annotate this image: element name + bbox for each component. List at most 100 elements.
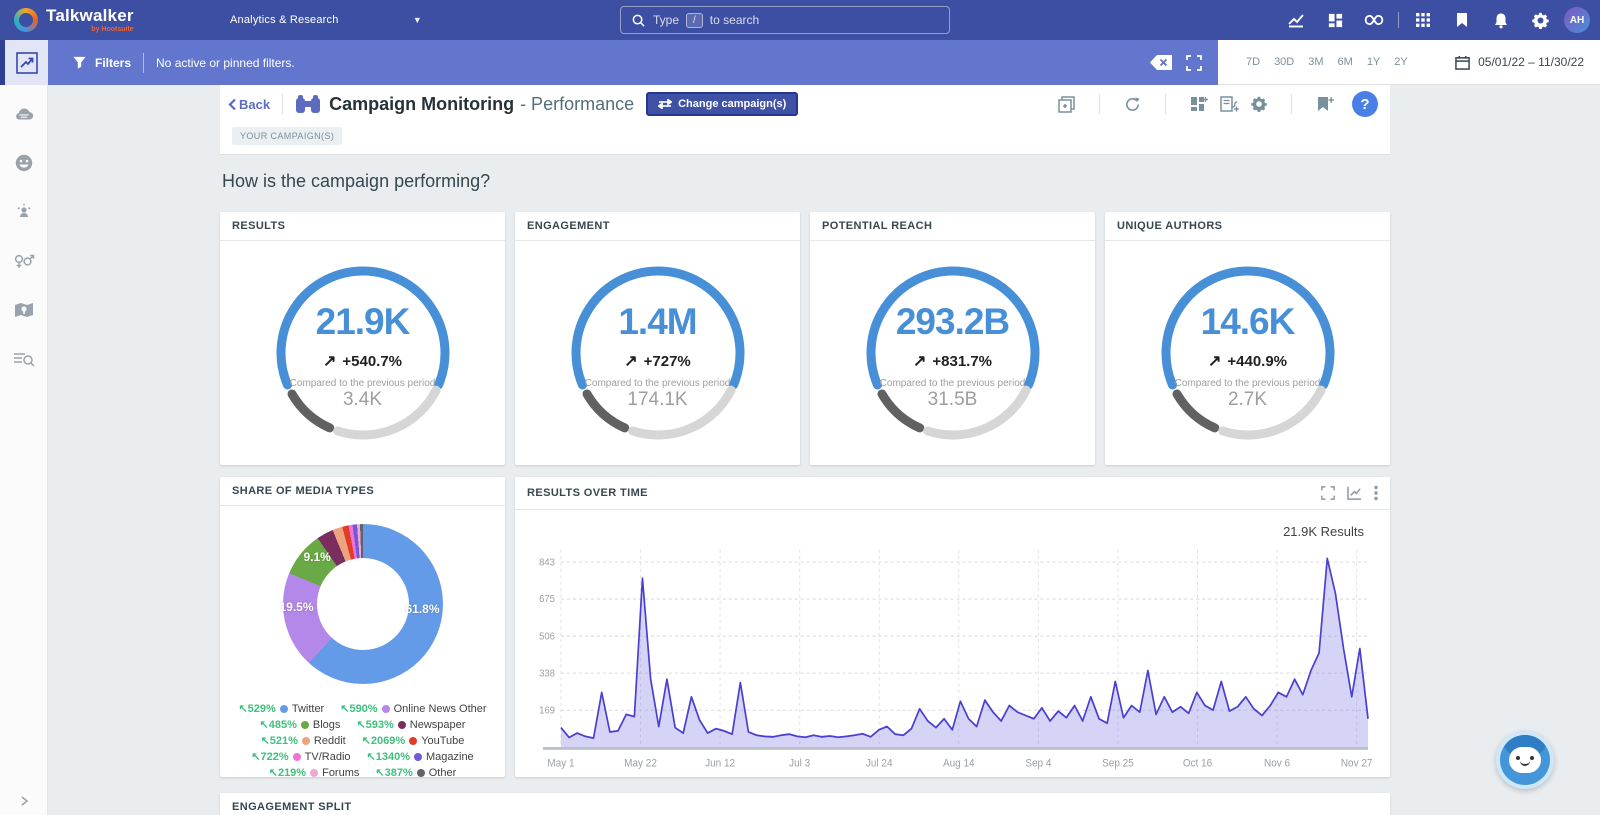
slash-key-chip: / bbox=[686, 13, 703, 28]
search-icon bbox=[631, 13, 646, 28]
chevron-down-icon: ▼ bbox=[413, 15, 430, 25]
kpi-compare-label: Compared to the previous period bbox=[585, 378, 731, 389]
talkwalker-logo-icon bbox=[14, 8, 38, 32]
kpi-card-potential-reach: POTENTIAL REACH 293.2B ↗+831.7% Compared… bbox=[810, 212, 1095, 465]
svg-text:Oct 16: Oct 16 bbox=[1183, 758, 1213, 769]
legend-item[interactable]: ↖387%Other bbox=[375, 766, 456, 779]
legend-trend-arrow: ↖1340% bbox=[367, 750, 410, 763]
preset-6m[interactable]: 6M bbox=[1338, 56, 1353, 68]
trend-up-arrow-icon: ↗ bbox=[323, 351, 336, 371]
trend-up-arrow-icon: ↗ bbox=[1208, 351, 1221, 371]
brand-name: Talkwalker bbox=[46, 6, 134, 25]
filters-label[interactable]: Filters bbox=[95, 56, 131, 70]
duplicate-icon[interactable] bbox=[1058, 96, 1075, 113]
date-range-picker[interactable]: 05/01/22 – 11/30/22 bbox=[1455, 55, 1600, 70]
kpi-gauge: 293.2B ↗+831.7% Compared to the previous… bbox=[863, 263, 1043, 443]
widget-settings-gear-icon[interactable] bbox=[1251, 96, 1267, 112]
legend-color-dot bbox=[302, 737, 310, 745]
legend-item[interactable]: ↖722%TV/Radio bbox=[251, 750, 350, 763]
legend-item[interactable]: ↖485%Blogs bbox=[260, 718, 341, 731]
legend-item[interactable]: ↖529%Twitter bbox=[238, 702, 324, 715]
svg-text:Jul 24: Jul 24 bbox=[866, 758, 893, 769]
preset-7d[interactable]: 7D bbox=[1246, 56, 1260, 68]
clear-filters-icon[interactable] bbox=[1150, 55, 1172, 70]
swap-arrows-icon bbox=[658, 99, 672, 109]
notifications-bell-icon[interactable] bbox=[1486, 5, 1516, 35]
sidebar-item-demographics[interactable] bbox=[9, 248, 39, 274]
sidebar-expand-chevron[interactable] bbox=[0, 795, 48, 807]
sidebar-item-performance-active[interactable] bbox=[0, 40, 48, 85]
add-widget-icon[interactable] bbox=[1190, 96, 1208, 112]
svg-text:Nov 27: Nov 27 bbox=[1341, 758, 1373, 769]
preset-30d[interactable]: 30D bbox=[1274, 56, 1294, 68]
svg-text:506: 506 bbox=[539, 631, 555, 642]
bookmark-add-icon[interactable] bbox=[1316, 96, 1334, 112]
filter-funnel-icon[interactable] bbox=[72, 55, 87, 70]
legend-item[interactable]: ↖593%Newspaper bbox=[356, 718, 465, 731]
chatbot-button[interactable] bbox=[1496, 731, 1554, 789]
legend-item[interactable]: ↖521%Reddit bbox=[261, 734, 346, 747]
svg-text:Sep 25: Sep 25 bbox=[1102, 758, 1134, 769]
trend-up-arrow-icon: ↗ bbox=[913, 351, 926, 371]
bookmark-icon[interactable] bbox=[1447, 5, 1477, 35]
preset-2y[interactable]: 2Y bbox=[1394, 56, 1407, 68]
workspace-label: Analytics & Research bbox=[230, 14, 339, 26]
user-avatar[interactable]: AH bbox=[1564, 7, 1590, 33]
chart-type-icon[interactable] bbox=[1347, 486, 1362, 500]
kpi-previous-value: 31.5B bbox=[928, 389, 978, 411]
header-divider bbox=[282, 94, 283, 114]
kpi-compare-label: Compared to the previous period bbox=[880, 378, 1026, 389]
dashboards-icon[interactable] bbox=[1320, 5, 1350, 35]
kpi-delta: +540.7% bbox=[342, 353, 402, 370]
your-campaigns-chip[interactable]: YOUR CAMPAIGN(S) bbox=[232, 127, 342, 145]
legend-item[interactable]: ↖2069%YouTube bbox=[362, 734, 465, 747]
preset-3m[interactable]: 3M bbox=[1308, 56, 1323, 68]
legend-label: Blogs bbox=[313, 719, 341, 731]
analytics-trend-icon[interactable] bbox=[1281, 5, 1311, 35]
refresh-icon[interactable] bbox=[1124, 96, 1141, 113]
search-input[interactable]: Type / to search bbox=[620, 6, 950, 34]
preset-1y[interactable]: 1Y bbox=[1367, 56, 1380, 68]
page-title: Campaign Monitoring bbox=[329, 94, 514, 115]
workspace-dropdown[interactable]: Analytics & Research ▼ bbox=[230, 14, 430, 26]
legend-label: Forums bbox=[322, 767, 359, 779]
help-button[interactable]: ? bbox=[1352, 91, 1378, 117]
back-label: Back bbox=[239, 97, 270, 112]
legend-item[interactable]: ↖1340%Magazine bbox=[367, 750, 474, 763]
section-question: How is the campaign performing? bbox=[222, 171, 1390, 192]
expand-widget-icon[interactable] bbox=[1321, 486, 1335, 500]
svg-text:Sep 4: Sep 4 bbox=[1025, 758, 1051, 769]
legend-trend-arrow: ↖387% bbox=[375, 766, 412, 779]
brand-subtitle: by Hootsuite bbox=[46, 26, 134, 33]
sidebar-item-world-map[interactable] bbox=[9, 297, 39, 323]
change-campaign-button[interactable]: Change campaign(s) bbox=[646, 92, 798, 116]
kebab-menu-icon[interactable] bbox=[1374, 485, 1378, 501]
legend-trend-arrow: ↖521% bbox=[261, 734, 298, 747]
apps-grid-icon[interactable] bbox=[1408, 5, 1438, 35]
media-legend: ↖529%Twitter ↖590%Online News Other ↖485%B… bbox=[220, 702, 505, 779]
legend-item[interactable]: ↖219%Forums bbox=[269, 766, 360, 779]
search-placeholder-prefix: Type bbox=[653, 13, 679, 27]
infinity-icon[interactable] bbox=[1359, 5, 1389, 35]
kpi-card-engagement: ENGAGEMENT 1.4M ↗+727% Compared to the p… bbox=[515, 212, 800, 465]
sidebar-item-saved-searches[interactable] bbox=[9, 346, 39, 372]
header-icons-divider3 bbox=[1291, 94, 1292, 114]
fullscreen-icon[interactable] bbox=[1186, 55, 1202, 71]
talkwalker-logo[interactable]: Talkwalker by Hootsuite bbox=[0, 8, 230, 33]
sidebar-item-sentiment[interactable] bbox=[9, 150, 39, 176]
rot-total-results: 21.9K Results bbox=[515, 510, 1390, 539]
results-over-time-card: RESULTS OVER TIME 21.9K Results May 1May… bbox=[515, 477, 1390, 777]
sidebar-item-themes-cloud[interactable] bbox=[9, 101, 39, 127]
legend-item[interactable]: ↖590%Online News Other bbox=[340, 702, 486, 715]
back-button[interactable]: Back bbox=[228, 97, 270, 112]
add-report-icon[interactable] bbox=[1220, 96, 1239, 112]
legend-color-dot bbox=[301, 721, 309, 729]
sidebar-item-influencers[interactable] bbox=[9, 199, 39, 225]
kpi-title: ENGAGEMENT bbox=[527, 220, 610, 232]
settings-gear-icon[interactable] bbox=[1525, 5, 1555, 35]
legend-trend-arrow: ↖2069% bbox=[362, 734, 405, 747]
media-donut-chart[interactable]: 61.8% 19.5% 9.1% bbox=[278, 524, 448, 692]
legend-trend-arrow: ↖529% bbox=[238, 702, 275, 715]
kpi-gauge: 14.6K ↗+440.9% Compared to the previous … bbox=[1158, 263, 1338, 443]
rot-chart-area[interactable]: May 1May 22Jun 12Jul 3Jul 24Aug 14Sep 4S… bbox=[515, 539, 1390, 777]
